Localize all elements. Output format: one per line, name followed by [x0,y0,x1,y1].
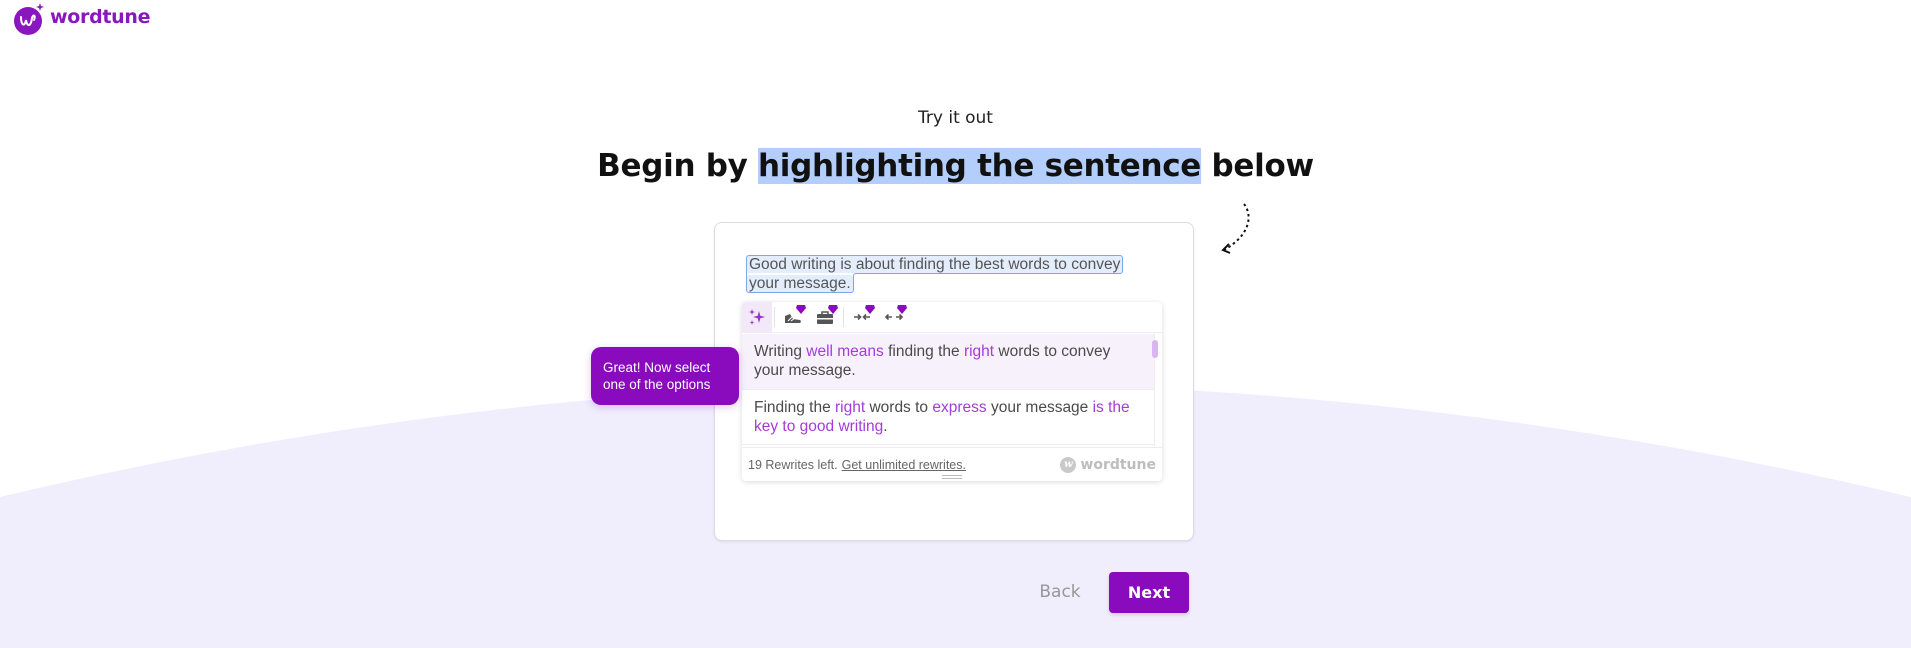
unchanged-text-segment: words to [865,399,933,416]
options-scrollbar-thumb[interactable] [1152,340,1158,358]
page-title: Begin by highlighting the sentence below [0,148,1911,184]
rewrite-popup: Writing well means finding the right wor… [742,302,1162,481]
dashed-arrow-icon [1221,203,1250,254]
next-button[interactable]: Next [1109,572,1189,613]
unchanged-text-segment: your message [986,399,1093,416]
guide-tooltip: Great! Now select one of the options [591,347,739,405]
unchanged-text-segment: Finding the [754,399,835,416]
rewrites-left-count: 19 Rewrites left. [748,457,838,472]
headline-highlight: highlighting the sentence [758,148,1202,184]
popup-brand-text: wordtune [1080,456,1156,473]
back-button[interactable]: Back [1020,572,1100,612]
wordtune-logo-icon [14,2,44,35]
casual-tool-button[interactable] [777,302,809,333]
changed-text-segment: express [932,399,987,416]
premium-gem-icon [828,304,838,314]
rewrite-toolbar [742,302,1162,333]
unchanged-text-segment: finding the [883,343,964,360]
toolbar-divider [774,307,775,327]
expand-tool-button[interactable] [878,302,910,333]
rewrite-option[interactable]: Writing well means finding the right wor… [742,334,1154,390]
headline-prefix: Begin by [597,148,758,184]
premium-gem-icon [865,304,875,314]
changed-text-segment: well means [806,343,884,360]
rewrite-tool-button[interactable] [742,302,772,333]
changed-text-segment: right [963,343,995,360]
try-it-out-label: Try it out [918,108,993,128]
wordtune-logo[interactable]: wordtune [14,2,151,35]
rewrite-options-list: Writing well means finding the right wor… [742,334,1154,446]
sparkles-icon [749,309,765,325]
headline-suffix: below [1201,148,1315,184]
toolbar-divider [843,307,844,327]
rewrite-option[interactable]: Finding the right words to express your … [742,390,1154,445]
premium-gem-icon [897,304,907,314]
unchanged-text-segment: . [883,418,888,435]
changed-text-segment: right [835,399,866,416]
wordtune-mark-icon: w [1060,456,1077,473]
rewrite-popup-footer: 19 Rewrites left. Get unlimited rewrites… [742,447,1162,481]
sample-sentence[interactable]: Good writing is about finding the best w… [745,255,1143,293]
get-unlimited-rewrites-link[interactable]: Get unlimited rewrites. [842,458,966,472]
premium-gem-icon [796,304,806,314]
popup-brand: w wordtune [1060,456,1156,473]
formal-tool-button[interactable] [809,302,841,333]
selected-sentence-text[interactable]: Good writing is about finding the best w… [745,255,1124,293]
shorten-tool-button[interactable] [846,302,878,333]
resize-grip-handle[interactable] [942,475,962,479]
unchanged-text-segment: Writing [754,343,807,360]
wordtune-logo-text: wordtune [50,6,151,28]
